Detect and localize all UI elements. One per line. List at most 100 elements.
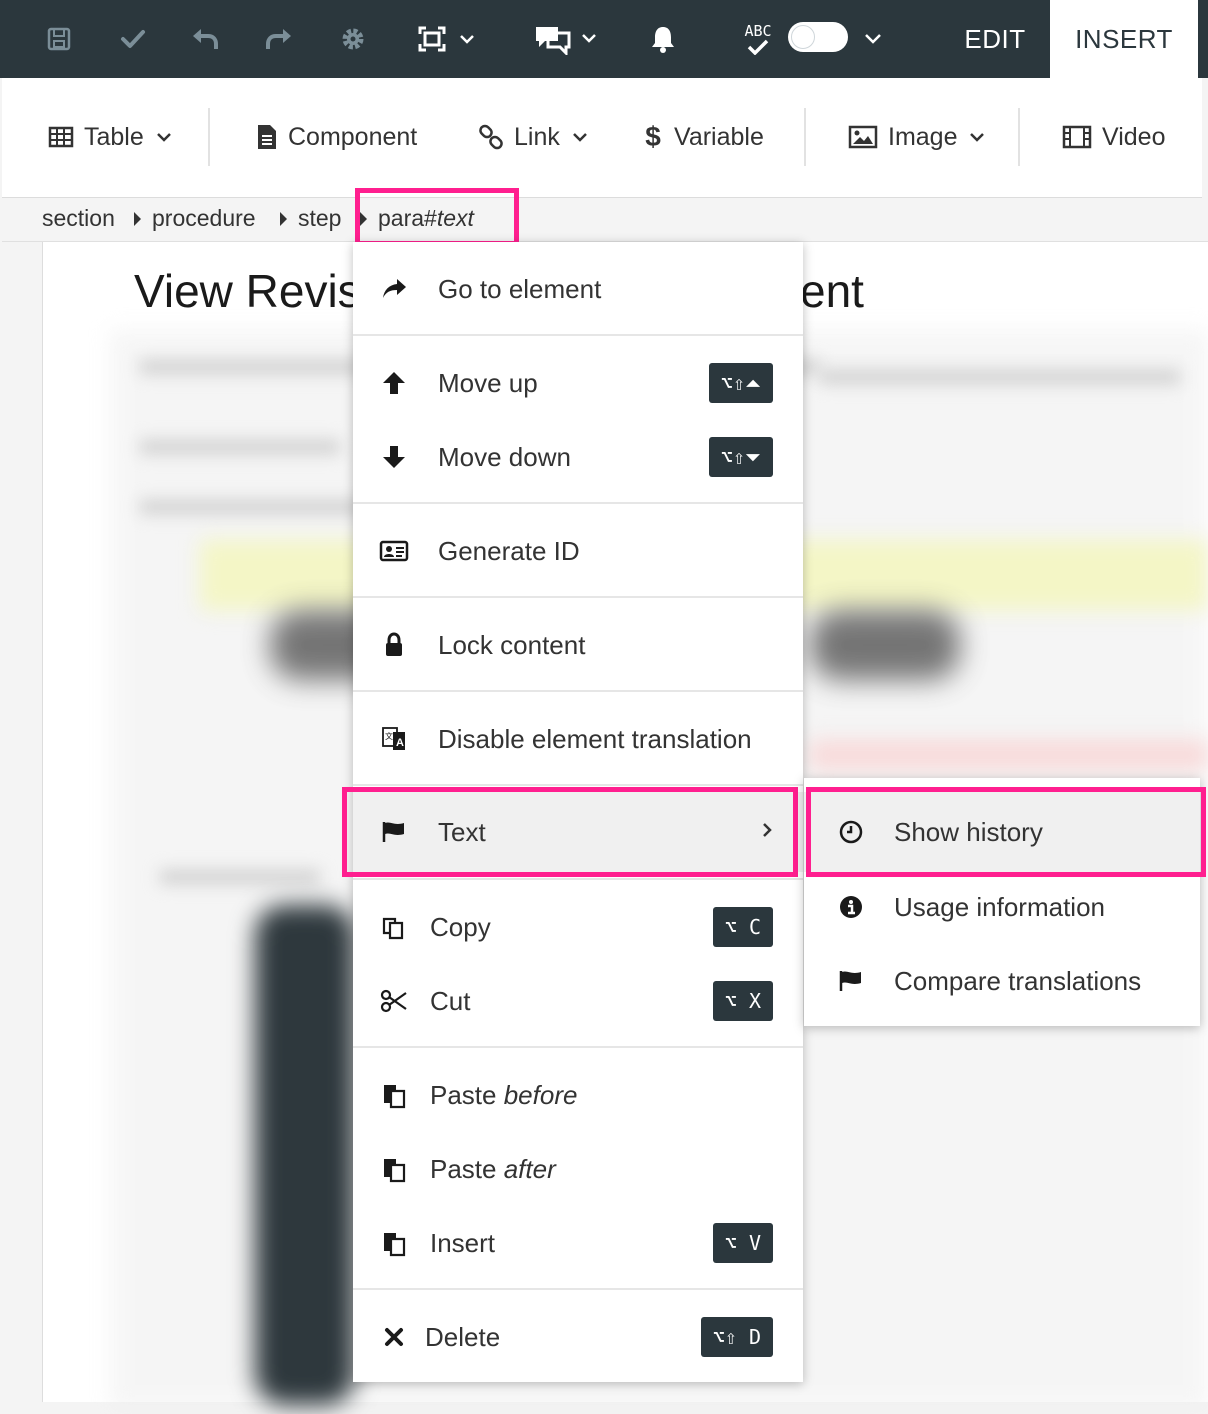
save-icon[interactable] [42, 20, 76, 58]
menu-divider [353, 878, 803, 880]
chevron-down-icon[interactable] [860, 20, 886, 58]
lock-icon [377, 628, 411, 662]
submenu-item-compare-translations[interactable]: Compare translations [804, 948, 1200, 1014]
document-title: View Revis [134, 265, 361, 317]
svg-text:A: A [396, 737, 404, 749]
undo-icon[interactable] [188, 20, 222, 58]
menu-item-go-to-element[interactable]: Go to element [353, 256, 803, 322]
toolbar-divider [804, 108, 806, 166]
menu-label: Move down [438, 441, 571, 472]
paste-icon [377, 1078, 411, 1112]
flag-icon [836, 966, 866, 996]
dollar-icon: $ [645, 121, 661, 152]
menu-label: Cut [430, 985, 471, 1016]
menu-item-move-down[interactable]: Move down ⌥⇧⏷ [353, 424, 803, 490]
check-icon[interactable] [116, 20, 150, 58]
menu-label: Insert [430, 1227, 496, 1258]
toggle-knob [791, 25, 815, 49]
tab-insert[interactable]: INSERT [1050, 0, 1198, 78]
menu-item-generate-id[interactable]: Generate ID [353, 518, 803, 584]
paste-icon [377, 1226, 411, 1260]
spellcheck-toggle[interactable] [788, 22, 848, 52]
insert-toolbar: Table Component Link $ Variable Image Vi… [2, 78, 1202, 198]
menu-divider [353, 502, 803, 504]
menu-item-insert[interactable]: Insert ⌥ V [353, 1210, 803, 1276]
chevron-down-icon [970, 133, 985, 142]
tab-edit[interactable]: EDIT [940, 0, 1050, 78]
variable-label: Variable [674, 122, 764, 151]
spellcheck-icon[interactable]: ABC [740, 20, 776, 58]
chevron-down-icon [572, 133, 587, 142]
scissors-icon [377, 984, 411, 1018]
caret-right-icon [280, 212, 287, 226]
menu-item-disable-translation[interactable]: A文 Disable element translation [353, 706, 803, 772]
menu-divider [353, 1288, 803, 1290]
menu-item-delete[interactable]: Delete ⌥⇧ D [353, 1304, 803, 1370]
menu-divider [353, 690, 803, 692]
menu-label: Go to element [438, 273, 602, 304]
bell-icon[interactable] [646, 20, 680, 58]
breadcrumb-item-step[interactable]: step [298, 205, 341, 232]
component-label: Component [288, 122, 418, 151]
link-icon [479, 124, 503, 150]
breadcrumb: section procedure step para#text [2, 198, 1208, 242]
shortcut-badge: ⌥ C [712, 907, 773, 947]
menu-item-paste-after[interactable]: Paste after [353, 1136, 803, 1202]
menu-item-move-up[interactable]: Move up ⌥⇧⏶ [353, 350, 803, 416]
shortcut-badge: ⌥⇧⏶ [708, 363, 773, 403]
caret-right-icon [134, 212, 141, 226]
top-toolbar: ABC EDIT INSERT [0, 0, 1208, 78]
menu-item-lock-content[interactable]: Lock content [353, 612, 803, 678]
blurred-content [255, 905, 355, 1405]
menu-item-copy[interactable]: Copy ⌥ C [353, 894, 803, 960]
submenu-item-usage-information[interactable]: Usage information [804, 874, 1200, 940]
film-icon [1062, 125, 1092, 149]
component-button[interactable]: Component [256, 116, 417, 158]
document-title-end: ent [800, 265, 864, 317]
menu-label: Move up [438, 367, 538, 398]
menu-label: Lock content [438, 629, 586, 660]
menu-item-paste-before[interactable]: Paste before [353, 1062, 803, 1128]
submenu-label: Usage information [894, 891, 1105, 922]
breadcrumb-item-procedure[interactable]: procedure [152, 205, 256, 232]
table-label: Table [84, 122, 144, 151]
link-button[interactable]: Link [478, 116, 588, 158]
copy-icon [377, 910, 411, 944]
video-label: Video [1102, 122, 1166, 151]
show-history-highlight [806, 787, 1206, 877]
table-button[interactable]: Table [48, 116, 172, 158]
blurred-content [810, 740, 1208, 770]
paste-after-prefix: Paste [430, 1153, 504, 1184]
settings-icon[interactable] [336, 20, 370, 58]
breadcrumb-highlight [355, 188, 519, 246]
shortcut-badge: ⌥⇧⏷ [708, 437, 773, 477]
paste-before-emphasis: before [503, 1079, 578, 1110]
menu-label: Paste after [430, 1154, 556, 1185]
variable-button[interactable]: $ Variable [642, 116, 764, 158]
menu-item-cut[interactable]: Cut ⌥ X [353, 968, 803, 1034]
menu-label: Paste before [430, 1080, 577, 1111]
paste-before-prefix: Paste [430, 1079, 504, 1110]
menu-divider [353, 1046, 803, 1048]
id-card-icon [377, 534, 411, 568]
video-button[interactable]: Video [1062, 116, 1166, 158]
image-button[interactable]: Image [848, 116, 985, 158]
chevron-down-icon [156, 133, 171, 142]
menu-label: Disable element translation [438, 723, 752, 754]
menu-label: Copy [430, 911, 491, 942]
breadcrumb-item-section[interactable]: section [42, 205, 115, 232]
redo-icon[interactable] [262, 20, 296, 58]
menu-divider [353, 784, 803, 786]
menu-divider [353, 334, 803, 336]
menu-label: Generate ID [438, 535, 580, 566]
text-item-highlight [342, 787, 798, 877]
arrow-down-icon [377, 440, 411, 474]
fullscreen-icon[interactable] [414, 20, 484, 58]
info-icon [836, 892, 866, 922]
arrow-up-icon [377, 366, 411, 400]
spellcheck-label: ABC [744, 22, 772, 40]
menu-divider [353, 596, 803, 598]
paste-icon [377, 1152, 411, 1186]
image-icon [848, 125, 878, 149]
comments-icon[interactable] [532, 20, 604, 58]
